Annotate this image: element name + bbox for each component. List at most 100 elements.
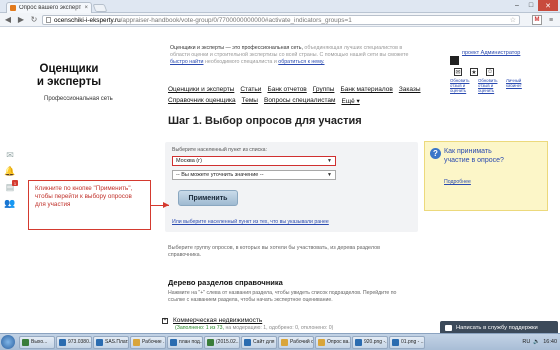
tab-close-icon[interactable]: ×: [84, 5, 88, 11]
taskbar-item[interactable]: Опрос ва...: [315, 335, 351, 349]
question-icon: ?: [430, 148, 441, 159]
main-menu: Оценщики и эксперты Статьи Банк отчетов …: [168, 86, 428, 109]
clock[interactable]: 16:40: [543, 339, 557, 345]
choose-group-text: Выберите группу опросов, в которых вы хо…: [168, 245, 380, 258]
contact-link[interactable]: обратиться к нему.: [278, 59, 324, 65]
menu-item-more[interactable]: Ещё ▾: [341, 97, 359, 105]
admin-project-link[interactable]: проект Администратор: [462, 50, 520, 56]
taskbar-item[interactable]: SAS.Плат...: [93, 335, 129, 349]
page-title: Шаг 1. Выбор опросов для участия: [168, 115, 362, 127]
bookmark-star-icon[interactable]: ☆: [510, 16, 516, 24]
taskbar-item[interactable]: 920.png -...: [352, 335, 388, 349]
avatar[interactable]: [450, 56, 459, 65]
messages-icon[interactable]: ▤ 1: [4, 180, 18, 192]
menu-item-experts[interactable]: Оценщики и эксперты: [168, 86, 234, 93]
tree-item-link[interactable]: Коммерческая недвижимость: [173, 317, 262, 324]
menu-item-groups[interactable]: Группы: [313, 86, 335, 93]
help-tip-box: ? Как принимать участие в опросе? Подроб…: [424, 141, 548, 211]
taskbar-item[interactable]: 01.png - ...: [389, 335, 425, 349]
app-icon: [355, 338, 362, 346]
user-icon[interactable]: ☺: [486, 68, 494, 76]
user-quick-icons: ✉ ★ ☺: [454, 68, 494, 76]
close-window-button[interactable]: ✕: [538, 0, 558, 11]
taskbar-item-label: 973.0380...: [68, 339, 92, 345]
new-tab-button[interactable]: [92, 4, 108, 12]
people-icon[interactable]: 👥: [4, 198, 16, 208]
tree-item-stats: (Заполнено: 1 из 73, на модерацию: 1, од…: [175, 325, 334, 331]
tree-item: + Коммерческая недвижимость: [162, 317, 262, 324]
site-logo[interactable]: Оценщики и эксперты: [33, 63, 105, 89]
user-quick-links: Обновить отзыв и оценить Обновить отзыв …: [450, 78, 530, 93]
taskbar-item[interactable]: Сайт для ...: [241, 335, 277, 349]
help-tip-title[interactable]: Как принимать участие в опросе?: [444, 147, 516, 165]
taskbar-item[interactable]: 973.0380...: [56, 335, 92, 349]
system-tray: RU 🔈 16:40: [522, 339, 560, 345]
app-icon: [207, 338, 214, 346]
app-icon: [281, 338, 288, 346]
app-icon: [133, 338, 140, 346]
gmail-icon[interactable]: M: [532, 15, 542, 25]
toolbar-extensions: M ≡: [532, 15, 556, 25]
taskbar-item-label: 920.png -...: [364, 339, 388, 345]
volume-icon[interactable]: 🔈: [533, 339, 540, 345]
taskbar-item-label: Рабочие ...: [142, 339, 166, 345]
back-arrow-icon[interactable]: ◀: [3, 15, 13, 25]
menu-item-topics[interactable]: Темы: [242, 97, 258, 105]
start-button[interactable]: [1, 335, 15, 349]
expand-plus-icon[interactable]: +: [162, 317, 168, 324]
taskbar-item-label: SAS.Плат...: [105, 339, 129, 345]
browser-tab[interactable]: Опрос вашего экспертного... ×: [6, 2, 92, 13]
previous-city-link[interactable]: Или выберите населенный пункт из тех, чт…: [172, 219, 329, 225]
taskbar-item-label: (2015.02...: [216, 339, 240, 345]
app-icon: [59, 338, 66, 346]
taskbar-item-label: план под...: [179, 339, 203, 345]
url-text: ocenschiki-i-eksperty.ru/appraiser-handb…: [54, 16, 352, 24]
web-page: Оценщики и эксперты Профессиональная сет…: [0, 28, 560, 333]
page-icon: [46, 17, 51, 23]
support-chat-button[interactable]: Написать в службу поддержки: [440, 321, 558, 333]
personal-cabinet-link[interactable]: Личный кабинет: [506, 78, 530, 93]
taskbar-item[interactable]: Рабочий с...: [278, 335, 314, 349]
update-review-link-1[interactable]: Обновить отзыв и оценить: [450, 78, 474, 93]
left-side-icons: ✉ 🔔 ▤ 1 👥: [4, 150, 18, 214]
menu-item-reports[interactable]: Банк отчетов: [267, 86, 306, 93]
taskbar-item[interactable]: Рабочие ...: [130, 335, 166, 349]
apply-button[interactable]: Применить: [178, 190, 238, 206]
minimize-button[interactable]: –: [510, 0, 524, 11]
maximize-button[interactable]: □: [524, 0, 538, 11]
menu-item-questions[interactable]: Вопросы специалистам: [264, 97, 335, 105]
tree-description: Нажмите на "+" слева от названия раздела…: [168, 290, 397, 303]
app-icon: [244, 338, 251, 346]
city-selection-panel: Выберите населенный пункт из списка: Мос…: [165, 142, 418, 232]
taskbar-item[interactable]: Выхо...: [19, 335, 55, 349]
menu-wrench-icon[interactable]: ≡: [546, 15, 556, 25]
app-icon: [170, 338, 177, 346]
window-controls: – □ ✕: [510, 0, 558, 11]
language-indicator[interactable]: RU: [522, 339, 530, 345]
taskbar-item[interactable]: (2015.02...: [204, 335, 240, 349]
taskbar-item[interactable]: план под...: [167, 335, 203, 349]
menu-item-orders[interactable]: Заказы: [399, 86, 421, 93]
address-bar[interactable]: ocenschiki-i-eksperty.ru/appraiser-handb…: [42, 15, 520, 25]
find-specialist-link[interactable]: быстро найти: [170, 59, 204, 65]
mail-icon[interactable]: ✉: [454, 68, 462, 76]
menu-item-articles[interactable]: Статьи: [240, 86, 261, 93]
taskbar-item-label: Опрос ва...: [327, 339, 351, 345]
more-link[interactable]: Подробнее: [444, 179, 471, 185]
menu-item-handbook[interactable]: Справочник оценщика: [168, 97, 236, 105]
update-review-link-2[interactable]: Обновить отзыв и оценить: [478, 78, 502, 93]
mail-icon[interactable]: ✉: [4, 150, 16, 160]
city-label: Выберите населенный пункт из списка:: [172, 147, 267, 153]
taskbar-item-label: Выхо...: [31, 339, 48, 345]
taskbar-item-label: Рабочий с...: [290, 339, 314, 345]
refine-select[interactable]: -- Вы можете уточнить значение -- ▼: [172, 170, 336, 180]
city-select[interactable]: Москва (г) ▼: [172, 156, 336, 166]
star-icon[interactable]: ★: [470, 68, 478, 76]
logo-subtitle: Профессиональная сеть: [44, 96, 113, 102]
instruction-callout: Кликните по кнопке "Применить", чтобы пе…: [28, 180, 151, 230]
bell-icon[interactable]: 🔔: [4, 166, 16, 176]
forward-arrow-icon[interactable]: ▶: [16, 15, 26, 25]
menu-item-materials[interactable]: Банк материалов: [340, 86, 392, 93]
reload-icon[interactable]: ↻: [29, 15, 39, 25]
taskbar-item-label: Сайт для ...: [253, 339, 276, 345]
